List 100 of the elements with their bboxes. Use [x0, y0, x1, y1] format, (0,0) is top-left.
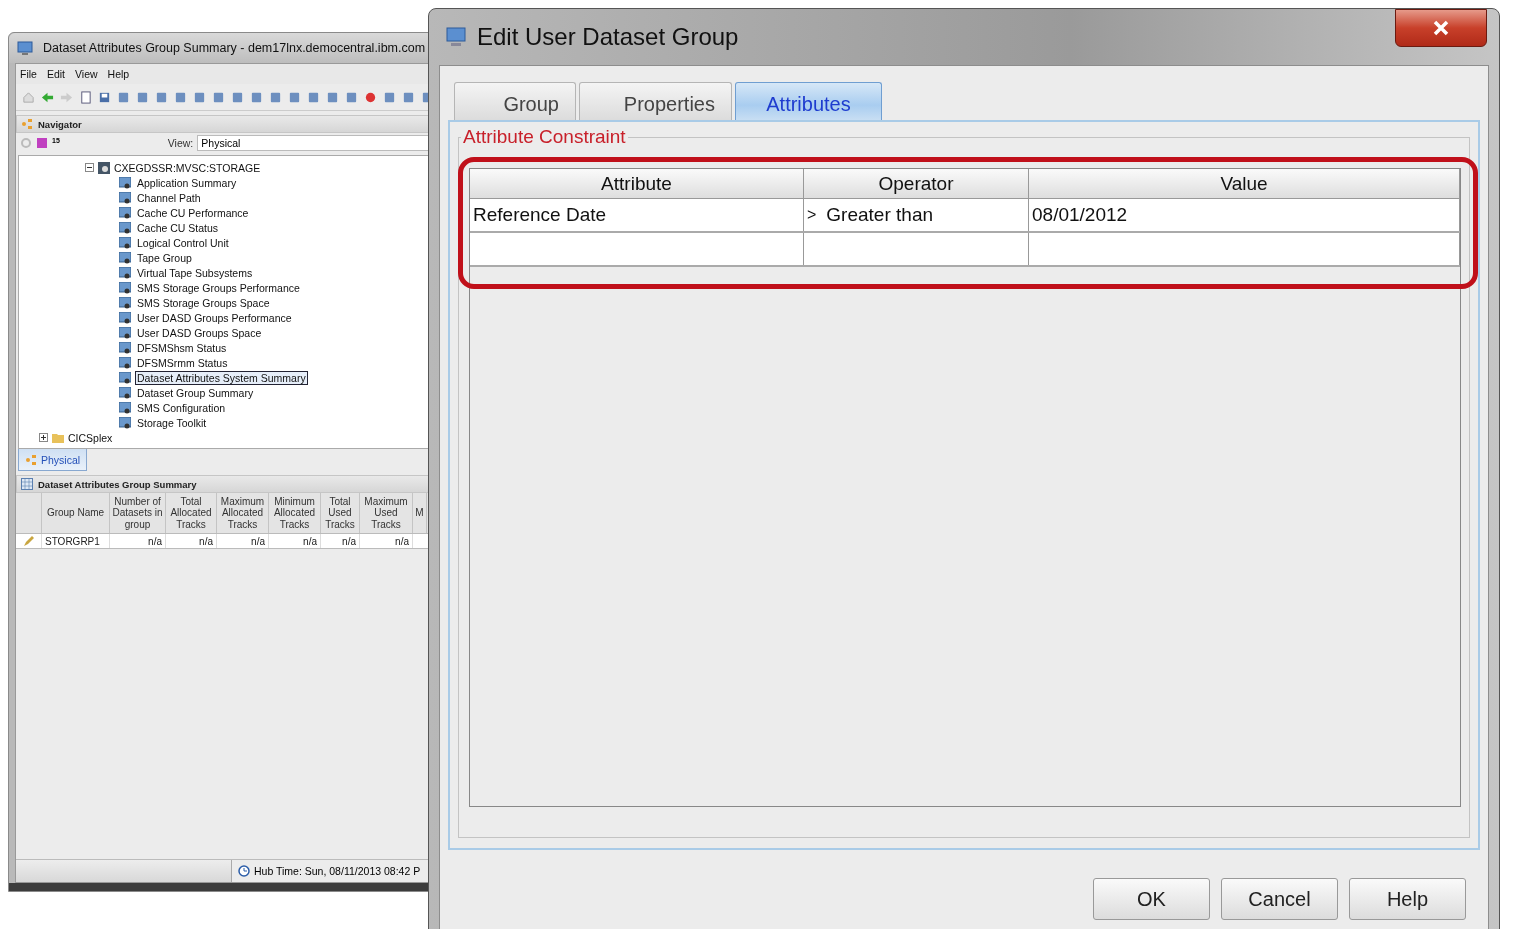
workspace-icon: [119, 416, 131, 429]
workspace-icon: [119, 251, 131, 264]
tree-item[interactable]: Logical Control Unit: [135, 235, 231, 250]
folder-icon: [52, 431, 64, 444]
table-cell: n/a: [360, 534, 413, 548]
workspace-icon: [119, 386, 131, 399]
home-icon[interactable]: [22, 90, 35, 104]
tree-item[interactable]: Dataset Group Summary: [135, 385, 256, 400]
tool-icon[interactable]: [117, 90, 130, 104]
column-header[interactable]: Group Name: [42, 493, 110, 533]
refresh-icon[interactable]: [20, 137, 32, 149]
column-header[interactable]: Attribute: [470, 169, 804, 199]
system-icon: [98, 161, 110, 174]
collapse-icon[interactable]: [85, 163, 94, 172]
close-icon: [1431, 18, 1451, 38]
expand-icon[interactable]: [39, 433, 48, 442]
workspace-icon: [119, 281, 131, 294]
tree-item[interactable]: Storage Toolkit: [135, 415, 209, 430]
group-title: Attribute Constraint: [462, 126, 627, 148]
workspace-icon: [119, 356, 131, 369]
back-arrow-icon[interactable]: [41, 90, 54, 104]
workspace-icon: [119, 371, 131, 384]
operator-symbol: >: [807, 206, 817, 224]
tree-item[interactable]: CICSplex: [68, 431, 113, 444]
tree-item[interactable]: Dataset Attributes System Summary: [135, 370, 308, 385]
workspace-icon: [119, 266, 131, 279]
tree-item[interactable]: User DASD Groups Space: [135, 325, 264, 340]
table-cell: n/a: [110, 534, 166, 548]
tree-item[interactable]: DFSMShsm Status: [135, 340, 229, 355]
monitor-icon: [17, 40, 33, 56]
tree-item[interactable]: Application Summary: [135, 175, 239, 190]
tool-icon[interactable]: [364, 90, 377, 104]
workspace-icon: [119, 401, 131, 414]
tool-icon[interactable]: [402, 90, 415, 104]
workspace-icon: [119, 191, 131, 204]
workspace-icon: [119, 296, 131, 309]
workspace-icon: [119, 176, 131, 189]
menu-item[interactable]: Edit: [46, 68, 65, 80]
tool-icon[interactable]: [212, 90, 225, 104]
table-cell: STORGRP1: [42, 534, 110, 548]
tree-item[interactable]: Virtual Tape Subsystems: [135, 265, 255, 280]
workspace-icon: [119, 236, 131, 249]
table-cell: n/a: [269, 534, 321, 548]
tree-item[interactable]: Cache CU Status: [135, 220, 221, 235]
tree-item[interactable]: CXEGDSSR:MVSC:STORAGE: [114, 161, 261, 174]
tool-icon[interactable]: [250, 90, 263, 104]
tool-icon[interactable]: [383, 90, 396, 104]
new-document-icon[interactable]: [79, 90, 92, 104]
workspace-icon: [119, 221, 131, 234]
tree-item[interactable]: SMS Configuration: [135, 400, 228, 415]
tool-icon[interactable]: [326, 90, 339, 104]
table-cell: 08/01/2012: [1032, 204, 1128, 226]
tool-icon[interactable]: [231, 90, 244, 104]
dialog-title: Edit User Dataset Group: [477, 23, 739, 51]
view-tab[interactable]: Physical: [18, 449, 88, 471]
column-header[interactable]: Maximum Allocated Tracks: [217, 493, 269, 533]
column-header[interactable]: Total Allocated Tracks: [166, 493, 217, 533]
view-label: View:: [167, 137, 194, 149]
tool-icon[interactable]: [136, 90, 149, 104]
tool-icon[interactable]: [269, 90, 282, 104]
table-cell: Greater than: [826, 204, 933, 226]
tool-icon[interactable]: [345, 90, 358, 104]
column-header[interactable]: M: [413, 493, 427, 533]
tool-icon[interactable]: [155, 90, 168, 104]
workspace-icon: [119, 341, 131, 354]
flag-icon[interactable]: [36, 137, 48, 149]
tree-item[interactable]: Tape Group: [135, 250, 194, 265]
menu-item[interactable]: Help: [107, 68, 130, 80]
dialog-tab[interactable]: Properties: [579, 82, 732, 120]
tree-item[interactable]: Channel Path: [135, 190, 203, 205]
dialog-button[interactable]: Cancel: [1221, 878, 1338, 920]
column-header[interactable]: Minimum Allocated Tracks: [269, 493, 321, 533]
column-header[interactable]: Maximum Used Tracks: [360, 493, 413, 533]
table-cell: n/a: [217, 534, 269, 548]
close-button[interactable]: [1395, 9, 1487, 47]
dialog-tab[interactable]: Group: [454, 82, 576, 120]
workspace-icon: [119, 311, 131, 324]
column-header[interactable]: Value: [1029, 169, 1460, 199]
workspace-icon: [119, 206, 131, 219]
menu-item[interactable]: File: [20, 68, 37, 80]
monitor-icon: [445, 26, 467, 48]
table-cell: n/a: [321, 534, 360, 548]
tool-icon[interactable]: [288, 90, 301, 104]
table-icon: [21, 478, 33, 490]
tool-icon[interactable]: [307, 90, 320, 104]
tree-item[interactable]: SMS Storage Groups Performance: [135, 280, 302, 295]
dialog-tab[interactable]: Attributes: [735, 82, 882, 120]
tree-item[interactable]: DFSMSrmm Status: [135, 355, 230, 370]
save-icon[interactable]: [98, 90, 111, 104]
column-header[interactable]: Total Used Tracks: [321, 493, 360, 533]
dialog-button[interactable]: Help: [1349, 878, 1466, 920]
tree-item[interactable]: Cache CU Performance: [135, 205, 251, 220]
column-header[interactable]: Operator: [804, 169, 1029, 199]
tool-icon[interactable]: [193, 90, 206, 104]
tree-item[interactable]: SMS Storage Groups Space: [135, 295, 272, 310]
column-header[interactable]: Number of Datasets in group: [110, 493, 166, 533]
dialog-button[interactable]: OK: [1093, 878, 1210, 920]
tree-item[interactable]: User DASD Groups Performance: [135, 310, 294, 325]
tool-icon[interactable]: [174, 90, 187, 104]
menu-item[interactable]: View: [75, 68, 98, 80]
